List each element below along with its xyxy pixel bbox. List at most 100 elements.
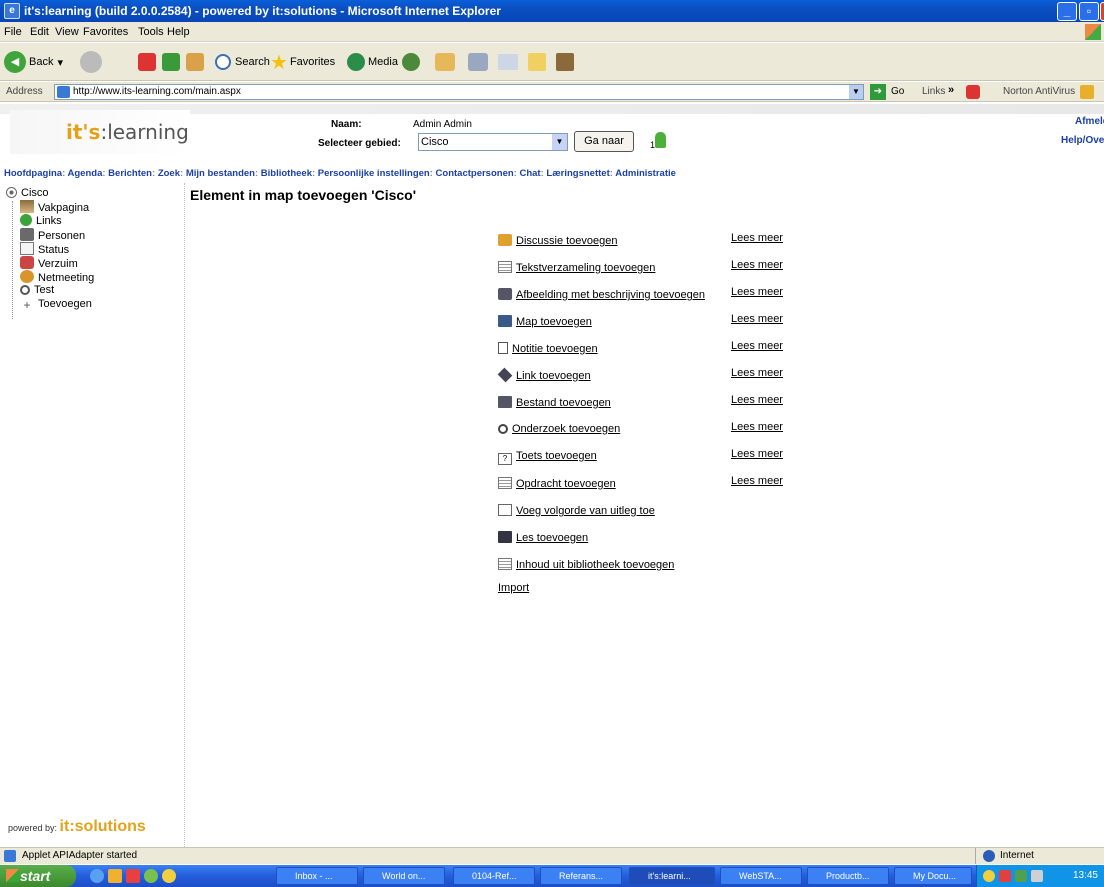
toets-toevoegen-link[interactable]: ? Toets toevoegen <box>498 450 597 465</box>
afbeelding-toevoegen-link[interactable]: Afbeelding met beschrijving toevoegen <box>498 288 705 301</box>
nav-laeringsnettet[interactable]: Læringsnettet <box>546 168 609 179</box>
minimize-button[interactable]: _ <box>1057 2 1077 21</box>
discussie-toevoegen-link[interactable]: Discussie toevoegen <box>498 234 618 247</box>
tree-item-personen[interactable]: Personen <box>20 228 85 242</box>
tree-item-links[interactable]: Links <box>20 214 62 227</box>
quicklaunch-outlook-icon[interactable] <box>108 869 122 883</box>
tray-icon[interactable] <box>999 870 1011 882</box>
lees-meer-link[interactable]: Lees meer <box>731 421 783 433</box>
lees-meer-link[interactable]: Lees meer <box>731 340 783 352</box>
print-button[interactable] <box>468 49 488 75</box>
address-dropdown-icon[interactable]: ▼ <box>849 85 863 99</box>
nav-bibliotheek[interactable]: Bibliotheek <box>261 168 312 179</box>
task-its-learning[interactable]: it's:learni... <box>629 867 715 885</box>
search-button[interactable]: Search <box>215 49 270 75</box>
edit-button[interactable] <box>498 49 518 75</box>
bestand-toevoegen-link[interactable]: Bestand toevoegen <box>498 396 611 409</box>
gebied-select[interactable]: Cisco ▼ <box>418 133 568 151</box>
afmelden-link[interactable]: Afmelde <box>1075 116 1104 127</box>
online-user-icon[interactable] <box>655 132 666 148</box>
ga-naar-button[interactable]: Ga naar <box>574 131 634 152</box>
tree-item-status[interactable]: Status <box>20 242 69 256</box>
lees-meer-link[interactable]: Lees meer <box>731 448 783 460</box>
task-my-documents[interactable]: My Docu... <box>894 867 972 885</box>
links-label[interactable]: Links <box>922 86 945 97</box>
go-arrow-icon[interactable]: ➔ <box>870 84 886 100</box>
nav-berichten[interactable]: Berichten <box>108 168 152 179</box>
nav-chat[interactable]: Chat <box>519 168 540 179</box>
discuss-button[interactable] <box>528 49 546 75</box>
task-0104-ref[interactable]: 0104-Ref... <box>453 867 535 885</box>
lees-meer-link[interactable]: Lees meer <box>731 367 783 379</box>
tray-icon[interactable] <box>1015 870 1027 882</box>
tree-item-toevoegen[interactable]: + Toevoegen <box>20 298 91 312</box>
onderzoek-toevoegen-link[interactable]: Onderzoek toevoegen <box>498 423 620 435</box>
back-button[interactable]: ◀ Back ▾ <box>4 49 63 75</box>
nav-zoek[interactable]: Zoek <box>158 168 180 179</box>
tray-icon[interactable] <box>1031 870 1043 882</box>
favorites-button[interactable]: ★ Favorites <box>270 49 335 75</box>
task-productb[interactable]: Productb... <box>807 867 889 885</box>
nav-contactpersonen[interactable]: Contactpersonen <box>436 168 514 179</box>
maximize-button[interactable]: ▫ <box>1079 2 1099 21</box>
les-toevoegen-link[interactable]: Les toevoegen <box>498 531 588 544</box>
import-link[interactable]: Import <box>498 582 529 594</box>
link-toevoegen-link[interactable]: Link toevoegen <box>497 367 591 383</box>
nav-mijn-bestanden[interactable]: Mijn bestanden <box>186 168 255 179</box>
help-link[interactable]: Help/Ove <box>1061 135 1104 146</box>
quicklaunch-app-icon[interactable] <box>126 869 140 883</box>
task-world-on[interactable]: World on... <box>363 867 445 885</box>
close-button[interactable]: × <box>1100 2 1104 21</box>
nav-agenda[interactable]: Agenda <box>68 168 103 179</box>
menu-help[interactable]: Help <box>167 26 190 38</box>
tree-item-test[interactable]: Test <box>20 284 54 296</box>
tree-item-vakpagina[interactable]: Vakpagina <box>20 200 89 214</box>
chevron-right-icon[interactable]: » <box>948 84 954 96</box>
forward-button[interactable] <box>80 49 102 75</box>
refresh-button[interactable] <box>162 49 180 75</box>
task-websta[interactable]: WebSTA... <box>720 867 802 885</box>
map-toevoegen-link[interactable]: Map toevoegen <box>498 315 592 328</box>
messenger-button[interactable] <box>556 49 574 75</box>
tekstverzameling-toevoegen-link[interactable]: Tekstverzameling toevoegen <box>498 261 655 274</box>
window-titlebar[interactable]: e it's:learning (build 2.0.0.2584) - pow… <box>0 0 1104 22</box>
menu-edit[interactable]: Edit <box>30 26 49 38</box>
acrobat-icon[interactable] <box>966 85 980 99</box>
nav-hoofdpagina[interactable]: Hoofdpagina <box>4 168 62 179</box>
notitie-toevoegen-link[interactable]: Notitie toevoegen <box>498 342 598 355</box>
home-button[interactable] <box>186 49 204 75</box>
lees-meer-link[interactable]: Lees meer <box>731 259 783 271</box>
nav-administratie[interactable]: Administratie <box>615 168 676 179</box>
tray-icon[interactable] <box>983 870 995 882</box>
volgorde-uitleg-link[interactable]: Voeg volgorde van uitleg toe <box>498 504 655 517</box>
media-button[interactable]: Media <box>347 49 398 75</box>
lees-meer-link[interactable]: Lees meer <box>731 286 783 298</box>
history-button[interactable] <box>402 49 420 75</box>
tree-root-cisco[interactable]: Cisco <box>6 187 49 199</box>
menu-file[interactable]: File <box>4 26 22 38</box>
quicklaunch-ie-icon[interactable] <box>90 869 104 883</box>
menu-favorites[interactable]: Favorites <box>83 26 128 38</box>
stop-button[interactable] <box>138 49 156 75</box>
opdracht-toevoegen-link[interactable]: Opdracht toevoegen <box>498 477 616 490</box>
lees-meer-link[interactable]: Lees meer <box>731 232 783 244</box>
tree-item-verzuim[interactable]: Verzuim <box>20 256 78 270</box>
menu-view[interactable]: View <box>55 26 79 38</box>
norton-label[interactable]: Norton AntiVirus <box>1003 86 1075 97</box>
norton-icon[interactable] <box>1080 85 1094 99</box>
go-button[interactable]: Go <box>891 86 904 97</box>
address-input[interactable]: http://www.its-learning.com/main.aspx ▼ <box>54 84 864 100</box>
clock[interactable]: 13:45 <box>1073 870 1098 881</box>
lees-meer-link[interactable]: Lees meer <box>731 313 783 325</box>
tree-item-netmeeting[interactable]: Netmeeting <box>20 270 94 284</box>
quicklaunch-messenger-icon[interactable] <box>162 869 176 883</box>
lees-meer-link[interactable]: Lees meer <box>731 394 783 406</box>
nav-persoonlijke-instellingen[interactable]: Persoonlijke instellingen <box>318 168 430 179</box>
lees-meer-link[interactable]: Lees meer <box>731 475 783 487</box>
menu-tools[interactable]: Tools <box>138 26 164 38</box>
task-referans[interactable]: Referans... <box>540 867 622 885</box>
mail-button[interactable] <box>435 49 455 75</box>
quicklaunch-media-icon[interactable] <box>144 869 158 883</box>
task-inbox[interactable]: Inbox - ... <box>276 867 358 885</box>
bibliotheek-inhoud-link[interactable]: Inhoud uit bibliotheek toevoegen <box>498 558 674 571</box>
